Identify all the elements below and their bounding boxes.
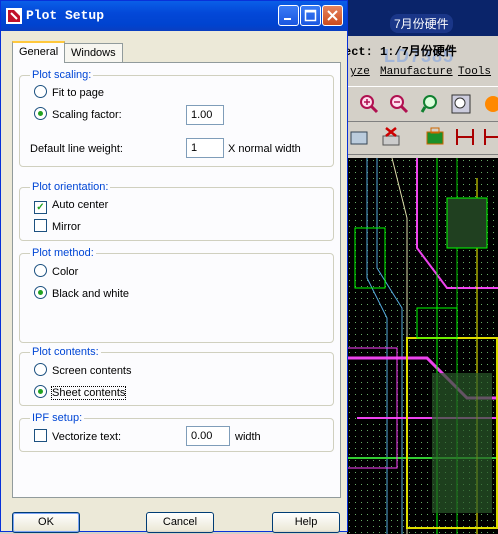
close-icon — [327, 10, 338, 21]
zoom-in-icon[interactable] — [358, 93, 380, 115]
vectorize-text-checkbox[interactable] — [34, 429, 47, 442]
dialog-titlebar[interactable]: Plot Setup — [1, 1, 347, 31]
background-menubar: yze Manufacture Tools — [340, 64, 498, 82]
help-button[interactable]: Help — [272, 512, 340, 533]
scaling-factor-input[interactable]: 1.00 — [186, 105, 224, 125]
plot-orientation-label: Plot orientation: — [30, 181, 111, 193]
plot-contents-label: Plot contents: — [30, 346, 101, 358]
menu-item-manufacture[interactable]: Manufacture — [380, 66, 453, 78]
fit-to-page-radio[interactable] — [34, 85, 47, 98]
color-option[interactable]: Color — [34, 264, 78, 280]
background-toolbar-top — [340, 86, 498, 122]
sheet-contents-radio[interactable] — [34, 385, 47, 398]
close-button[interactable] — [322, 5, 343, 26]
maximize-icon — [304, 9, 317, 22]
auto-center-option[interactable]: ✓ Auto center — [34, 197, 109, 214]
vectorize-text-option[interactable]: Vectorize text: — [34, 429, 121, 445]
tab-general[interactable]: General — [12, 41, 66, 63]
select-icon[interactable] — [348, 127, 370, 149]
measure-icon[interactable] — [482, 126, 498, 148]
color-radio[interactable] — [34, 264, 47, 277]
minimize-button[interactable] — [278, 5, 299, 26]
fit-to-page-option[interactable]: Fit to page — [34, 85, 104, 101]
fit-to-page-text: Fit to page — [52, 87, 104, 99]
screen-contents-option[interactable]: Screen contents — [34, 363, 132, 379]
ipf-setup-label: IPF setup: — [30, 412, 85, 424]
zoom-previous-icon[interactable] — [420, 93, 442, 115]
component-icon[interactable] — [424, 126, 446, 148]
line-weight-unit: X normal width — [228, 143, 301, 155]
menu-item-tools[interactable]: Tools — [458, 66, 491, 78]
background-project-title: ect: 1:/7月份硬件 — [344, 45, 457, 59]
mirror-text: Mirror — [52, 221, 81, 233]
menu-item-analyze[interactable]: yze — [350, 66, 370, 78]
sheet-contents-option[interactable]: Sheet contents — [34, 385, 127, 401]
scaling-factor-radio[interactable] — [34, 107, 47, 120]
zoom-out-icon[interactable] — [388, 93, 410, 115]
tab-windows[interactable]: Windows — [64, 43, 123, 63]
scaling-factor-text: Scaling factor: — [52, 109, 122, 121]
watermark-badge: 7月份硬件 — [390, 14, 453, 33]
pcb-layout-canvas[interactable] — [347, 158, 498, 534]
screen-contents-text: Screen contents — [52, 365, 132, 377]
plot-scaling-label: Plot scaling: — [30, 69, 94, 81]
plot-setup-dialog: Plot Setup General Windows Plot scaling:… — [0, 0, 348, 533]
zoom-fit-icon[interactable] — [450, 93, 472, 115]
plot-scaling-group: Plot scaling: Fit to page Scaling factor… — [19, 69, 334, 167]
pcb-traces — [347, 158, 498, 534]
black-and-white-text: Black and white — [52, 288, 130, 300]
ipf-width-unit: width — [235, 431, 261, 443]
plot-orientation-group: Plot orientation: ✓ Auto center Mirror — [19, 181, 334, 241]
minimize-icon — [284, 18, 291, 20]
plot-method-label: Plot method: — [30, 247, 96, 259]
cancel-button[interactable]: Cancel — [146, 512, 214, 533]
auto-center-text: Auto center — [52, 199, 109, 211]
delete-icon[interactable] — [380, 126, 402, 148]
mirror-option[interactable]: Mirror — [34, 219, 81, 235]
dimension-icon[interactable] — [454, 126, 476, 148]
dialog-body: General Windows Plot scaling: Fit to pag… — [4, 31, 344, 533]
default-line-weight-label: Default line weight: — [30, 143, 123, 155]
general-tab-panel: Plot scaling: Fit to page Scaling factor… — [12, 62, 341, 498]
dialog-title: Plot Setup — [26, 8, 105, 23]
sheet-contents-text: Sheet contents — [50, 386, 127, 400]
scaling-factor-option[interactable]: Scaling factor: — [34, 107, 122, 123]
vectorize-text-text: Vectorize text: — [52, 431, 122, 443]
plot-contents-group: Plot contents: Screen contents Sheet con… — [19, 346, 334, 406]
ipf-setup-group: IPF setup: Vectorize text: 0.00 width — [19, 412, 334, 452]
app-icon — [6, 8, 22, 24]
screen-contents-radio[interactable] — [34, 363, 47, 376]
black-and-white-radio[interactable] — [34, 286, 47, 299]
ipf-width-input[interactable]: 0.00 — [186, 426, 230, 446]
color-text: Color — [52, 266, 79, 278]
background-toolbar-bottom — [340, 122, 498, 155]
maximize-button[interactable] — [300, 5, 321, 26]
black-and-white-option[interactable]: Black and white — [34, 286, 129, 302]
line-weight-input[interactable]: 1 — [186, 138, 224, 158]
auto-center-checkbox[interactable]: ✓ — [34, 201, 47, 214]
mirror-checkbox[interactable] — [34, 219, 47, 232]
plot-method-group: Plot method: Color Black and white — [19, 247, 334, 343]
redraw-icon[interactable] — [482, 93, 498, 115]
ok-button[interactable]: OK — [12, 512, 80, 533]
